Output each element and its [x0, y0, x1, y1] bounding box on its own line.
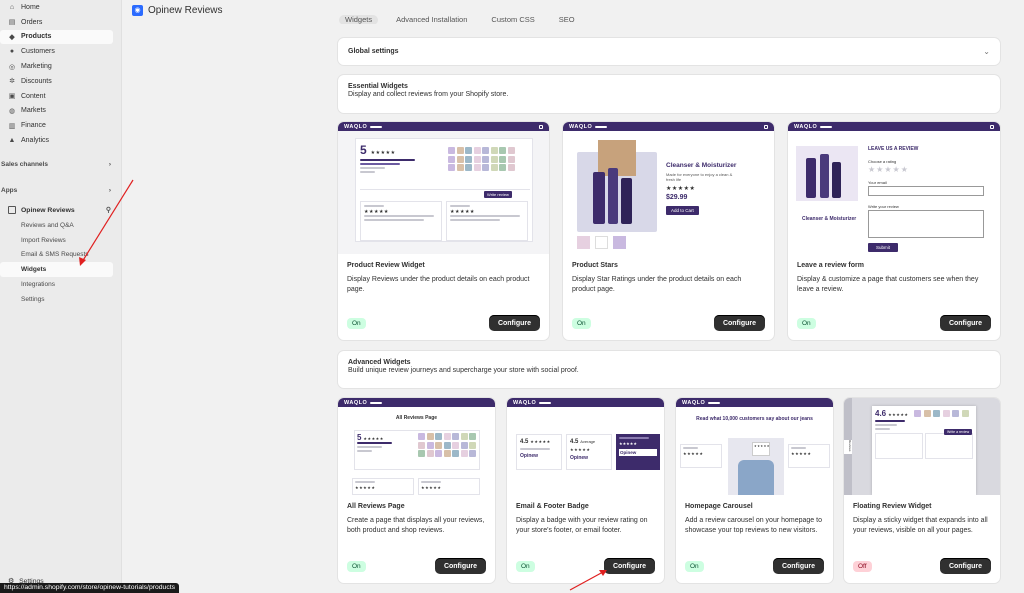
annotation-arrow-configure [569, 571, 604, 591]
annotation-arrows [79, 179, 607, 591]
annotation-arrow-widgets [81, 179, 134, 263]
